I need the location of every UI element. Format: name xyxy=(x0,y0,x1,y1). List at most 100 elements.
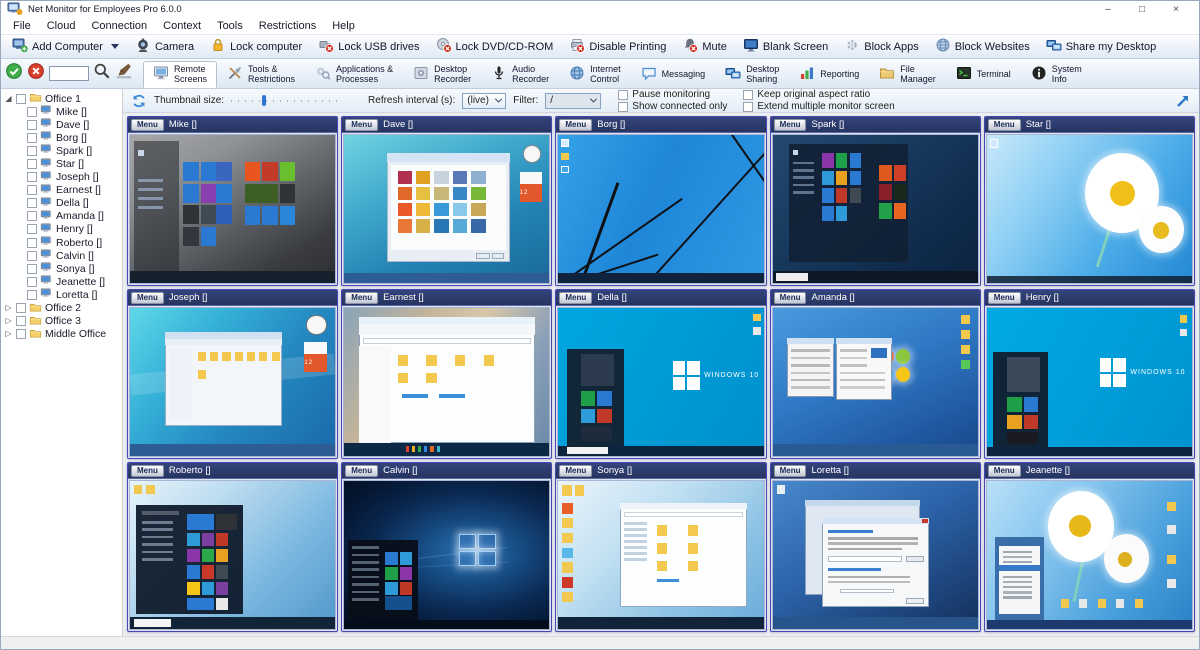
maximize-button[interactable]: □ xyxy=(1125,4,1159,15)
toolbar-button-block-websites[interactable]: Block Websites xyxy=(927,36,1038,57)
expand-icon[interactable]: ▷ xyxy=(4,330,13,338)
minimize-button[interactable]: – xyxy=(1091,4,1125,15)
tile-menu-button[interactable]: Menu xyxy=(345,465,378,477)
toolbar-button-lock-dvd-cd-rom[interactable]: Lock DVD/CD-ROM xyxy=(428,36,562,57)
toolbar-button-share-my-desktop[interactable]: Share my Desktop xyxy=(1038,36,1164,57)
remote-screen-thumbnail[interactable]: 12 xyxy=(129,307,336,457)
refresh-interval-select[interactable]: (live) xyxy=(462,93,506,109)
tile-menu-button[interactable]: Menu xyxy=(131,119,164,131)
menu-item-context[interactable]: Context xyxy=(155,20,209,32)
remote-screen-thumbnail[interactable] xyxy=(343,307,550,457)
tree-checkbox[interactable] xyxy=(27,120,37,130)
tree-checkbox[interactable] xyxy=(27,185,37,195)
tree-computer-borg[interactable]: Borg [] xyxy=(1,131,122,144)
thumbnail-size-slider[interactable] xyxy=(231,94,343,107)
tree-checkbox[interactable] xyxy=(27,146,37,156)
toolbar-button-camera[interactable]: Camera xyxy=(127,36,202,57)
tree-checkbox[interactable] xyxy=(27,238,37,248)
tree-computer-spark[interactable]: Spark [] xyxy=(1,144,122,157)
expand-icon[interactable]: ▷ xyxy=(4,304,13,312)
checkbox-box[interactable] xyxy=(618,102,628,112)
tree-checkbox[interactable] xyxy=(27,107,37,117)
tree-computer-calvin[interactable]: Calvin [] xyxy=(1,249,122,262)
remote-screen-thumbnail[interactable] xyxy=(557,134,764,284)
tree-checkbox[interactable] xyxy=(16,94,26,104)
checkbox-box[interactable] xyxy=(743,90,753,100)
tree-checkbox[interactable] xyxy=(27,172,37,182)
tile-menu-button[interactable]: Menu xyxy=(988,465,1021,477)
tree-checkbox[interactable] xyxy=(27,251,37,261)
collapse-icon[interactable]: ◢ xyxy=(4,95,13,103)
tab-applications-processes[interactable]: Applications &Processes xyxy=(305,61,403,88)
tree-group-office-1[interactable]: ◢Office 1 xyxy=(1,92,122,105)
checkbox-pause-monitoring[interactable]: Pause monitoring xyxy=(618,89,727,100)
remote-screen-thumbnail[interactable] xyxy=(772,134,979,284)
checkbox-box[interactable] xyxy=(743,102,753,112)
tree-checkbox[interactable] xyxy=(27,133,37,143)
tab-system-info[interactable]: SystemInfo xyxy=(1021,61,1092,88)
tree-computer-joseph[interactable]: Joseph [] xyxy=(1,171,122,184)
tree-checkbox[interactable] xyxy=(27,159,37,169)
menu-item-connection[interactable]: Connection xyxy=(83,20,155,32)
menu-item-restrictions[interactable]: Restrictions xyxy=(251,20,324,32)
remote-screen-thumbnail[interactable] xyxy=(772,307,979,457)
remote-screen-thumbnail[interactable] xyxy=(343,480,550,630)
toolbar-button-mute[interactable]: Mute xyxy=(674,36,734,57)
remote-screen-thumbnail[interactable] xyxy=(986,480,1193,630)
tree-checkbox[interactable] xyxy=(16,329,26,339)
filter-select[interactable]: / xyxy=(545,93,601,109)
remote-screen-thumbnail[interactable]: WINDOWS 10 xyxy=(557,307,764,457)
disconnect-button[interactable] xyxy=(27,62,45,85)
search-input[interactable] xyxy=(49,66,89,81)
tree-computer-dave[interactable]: Dave [] xyxy=(1,118,122,131)
tree-checkbox[interactable] xyxy=(27,224,37,234)
tree-computer-earnest[interactable]: Earnest [] xyxy=(1,184,122,197)
checkbox-extend-multiple-monitor-screen[interactable]: Extend multiple monitor screen xyxy=(743,101,894,112)
tile-menu-button[interactable]: Menu xyxy=(774,119,807,131)
checkbox-box[interactable] xyxy=(618,90,628,100)
tab-terminal[interactable]: Terminal xyxy=(946,61,1021,88)
tile-menu-button[interactable]: Menu xyxy=(559,292,592,304)
tree-checkbox[interactable] xyxy=(27,277,37,287)
remote-screen-thumbnail[interactable] xyxy=(129,480,336,630)
menu-item-file[interactable]: File xyxy=(5,20,39,32)
toolbar-button-blank-screen[interactable]: Blank Screen xyxy=(735,36,836,57)
tab-messaging[interactable]: Messaging xyxy=(631,61,716,88)
tree-computer-henry[interactable]: Henry [] xyxy=(1,223,122,236)
remote-screen-thumbnail[interactable]: WINDOWS 10 xyxy=(986,307,1193,457)
tree-group-office-2[interactable]: ▷Office 2 xyxy=(1,302,122,315)
tile-menu-button[interactable]: Menu xyxy=(131,292,164,304)
toolbar-button-add-computer[interactable]: Add Computer xyxy=(4,36,127,57)
remote-screen-thumbnail[interactable] xyxy=(557,480,764,630)
tree-computer-mike[interactable]: Mike [] xyxy=(1,105,122,118)
menu-item-help[interactable]: Help xyxy=(324,20,363,32)
tab-internet-control[interactable]: InternetControl xyxy=(559,61,631,88)
tree-computer-roberto[interactable]: Roberto [] xyxy=(1,236,122,249)
checkbox-show-connected-only[interactable]: Show connected only xyxy=(618,101,727,112)
tree-checkbox[interactable] xyxy=(16,303,26,313)
tree-checkbox[interactable] xyxy=(27,211,37,221)
refresh-icon[interactable] xyxy=(131,93,147,109)
tree-checkbox[interactable] xyxy=(27,264,37,274)
remote-screen-thumbnail[interactable]: 12 xyxy=(343,134,550,284)
tile-menu-button[interactable]: Menu xyxy=(988,119,1021,131)
expand-view-icon[interactable] xyxy=(1175,93,1191,109)
tile-menu-button[interactable]: Menu xyxy=(559,119,592,131)
remote-screen-thumbnail[interactable] xyxy=(772,480,979,630)
tree-computer-amanda[interactable]: Amanda [] xyxy=(1,210,122,223)
tab-desktop-sharing[interactable]: DesktopSharing xyxy=(715,61,789,88)
search-button[interactable] xyxy=(93,62,111,85)
tab-desktop-recorder[interactable]: DesktopRecorder xyxy=(403,61,481,88)
tab-audio-recorder[interactable]: AudioRecorder xyxy=(481,61,559,88)
tile-menu-button[interactable]: Menu xyxy=(345,292,378,304)
close-button[interactable]: × xyxy=(1159,4,1193,15)
slider-thumb[interactable] xyxy=(262,95,266,106)
toolbar-button-disable-printing[interactable]: Disable Printing xyxy=(561,36,674,57)
dropdown-arrow-icon[interactable] xyxy=(111,44,119,49)
tile-menu-button[interactable]: Menu xyxy=(345,119,378,131)
tree-checkbox[interactable] xyxy=(27,290,37,300)
tile-menu-button[interactable]: Menu xyxy=(988,292,1021,304)
tab-file-manager[interactable]: FileManager xyxy=(869,61,946,88)
tile-menu-button[interactable]: Menu xyxy=(559,465,592,477)
connect-button[interactable] xyxy=(5,62,23,85)
